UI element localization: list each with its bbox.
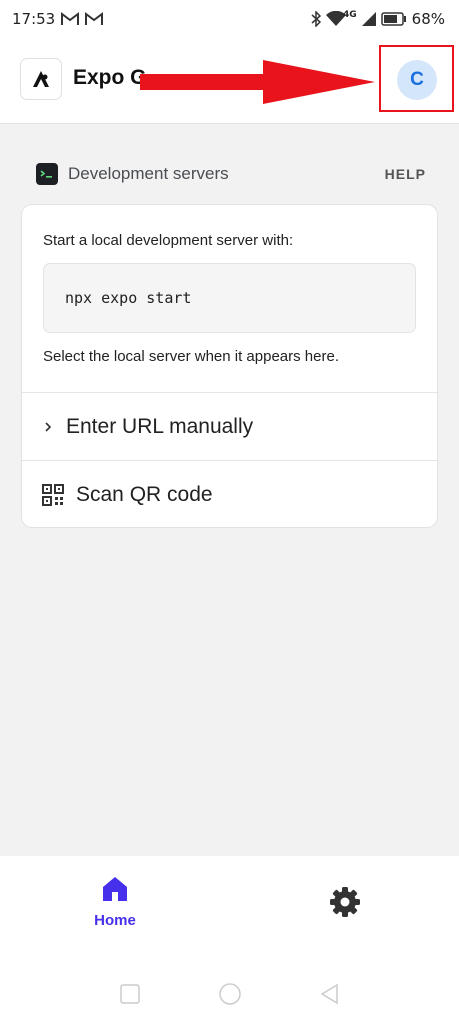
gmail-icon xyxy=(85,12,104,26)
help-button[interactable]: HELP xyxy=(385,166,426,182)
expo-go-logo xyxy=(20,58,62,100)
scan-qr-label: Scan QR code xyxy=(76,482,213,506)
app-bar: Expo G C xyxy=(0,38,459,124)
gear-icon xyxy=(330,887,360,917)
enter-url-label: Enter URL manually xyxy=(66,414,254,438)
section-header: Development servers HELP xyxy=(36,162,426,186)
command-text: npx expo start xyxy=(65,289,192,307)
app-title: Expo G xyxy=(73,66,147,89)
back-triangle-icon[interactable] xyxy=(319,983,341,1005)
battery-icon xyxy=(380,12,407,26)
dev-servers-card: Start a local development server with: n… xyxy=(21,204,438,528)
bottom-navigation: Home xyxy=(0,856,459,963)
tab-home-label: Home xyxy=(94,912,136,929)
home-icon xyxy=(103,877,127,901)
command-code-block: npx expo start xyxy=(43,263,416,333)
section-title: Development servers xyxy=(68,164,229,183)
tab-settings[interactable] xyxy=(316,886,374,918)
scan-qr-code-row[interactable]: Scan QR code xyxy=(22,461,437,527)
bluetooth-icon xyxy=(311,11,321,27)
qr-code-icon xyxy=(42,483,64,506)
home-circle-icon[interactable] xyxy=(218,982,242,1006)
system-navigation-bar xyxy=(0,963,459,1024)
card-intro-text: Start a local development server with: xyxy=(43,232,294,249)
card-hint-text: Select the local server when it appears … xyxy=(43,348,339,365)
terminal-icon xyxy=(36,163,58,185)
status-time: 17:53 xyxy=(12,10,56,28)
gmail-icon xyxy=(61,12,80,26)
battery-percent: 68% xyxy=(411,10,445,28)
signal-icon xyxy=(361,12,376,26)
annotation-arrow-icon xyxy=(140,60,375,104)
chevron-right-icon xyxy=(45,421,52,432)
tab-home[interactable]: Home xyxy=(86,874,144,929)
enter-url-manually-row[interactable]: Enter URL manually xyxy=(22,393,437,460)
status-bar: 17:53 4G 68% xyxy=(0,0,459,38)
profile-avatar-button[interactable]: C xyxy=(397,60,437,100)
recent-apps-icon[interactable] xyxy=(119,983,141,1005)
network-type: 4G xyxy=(343,10,357,20)
